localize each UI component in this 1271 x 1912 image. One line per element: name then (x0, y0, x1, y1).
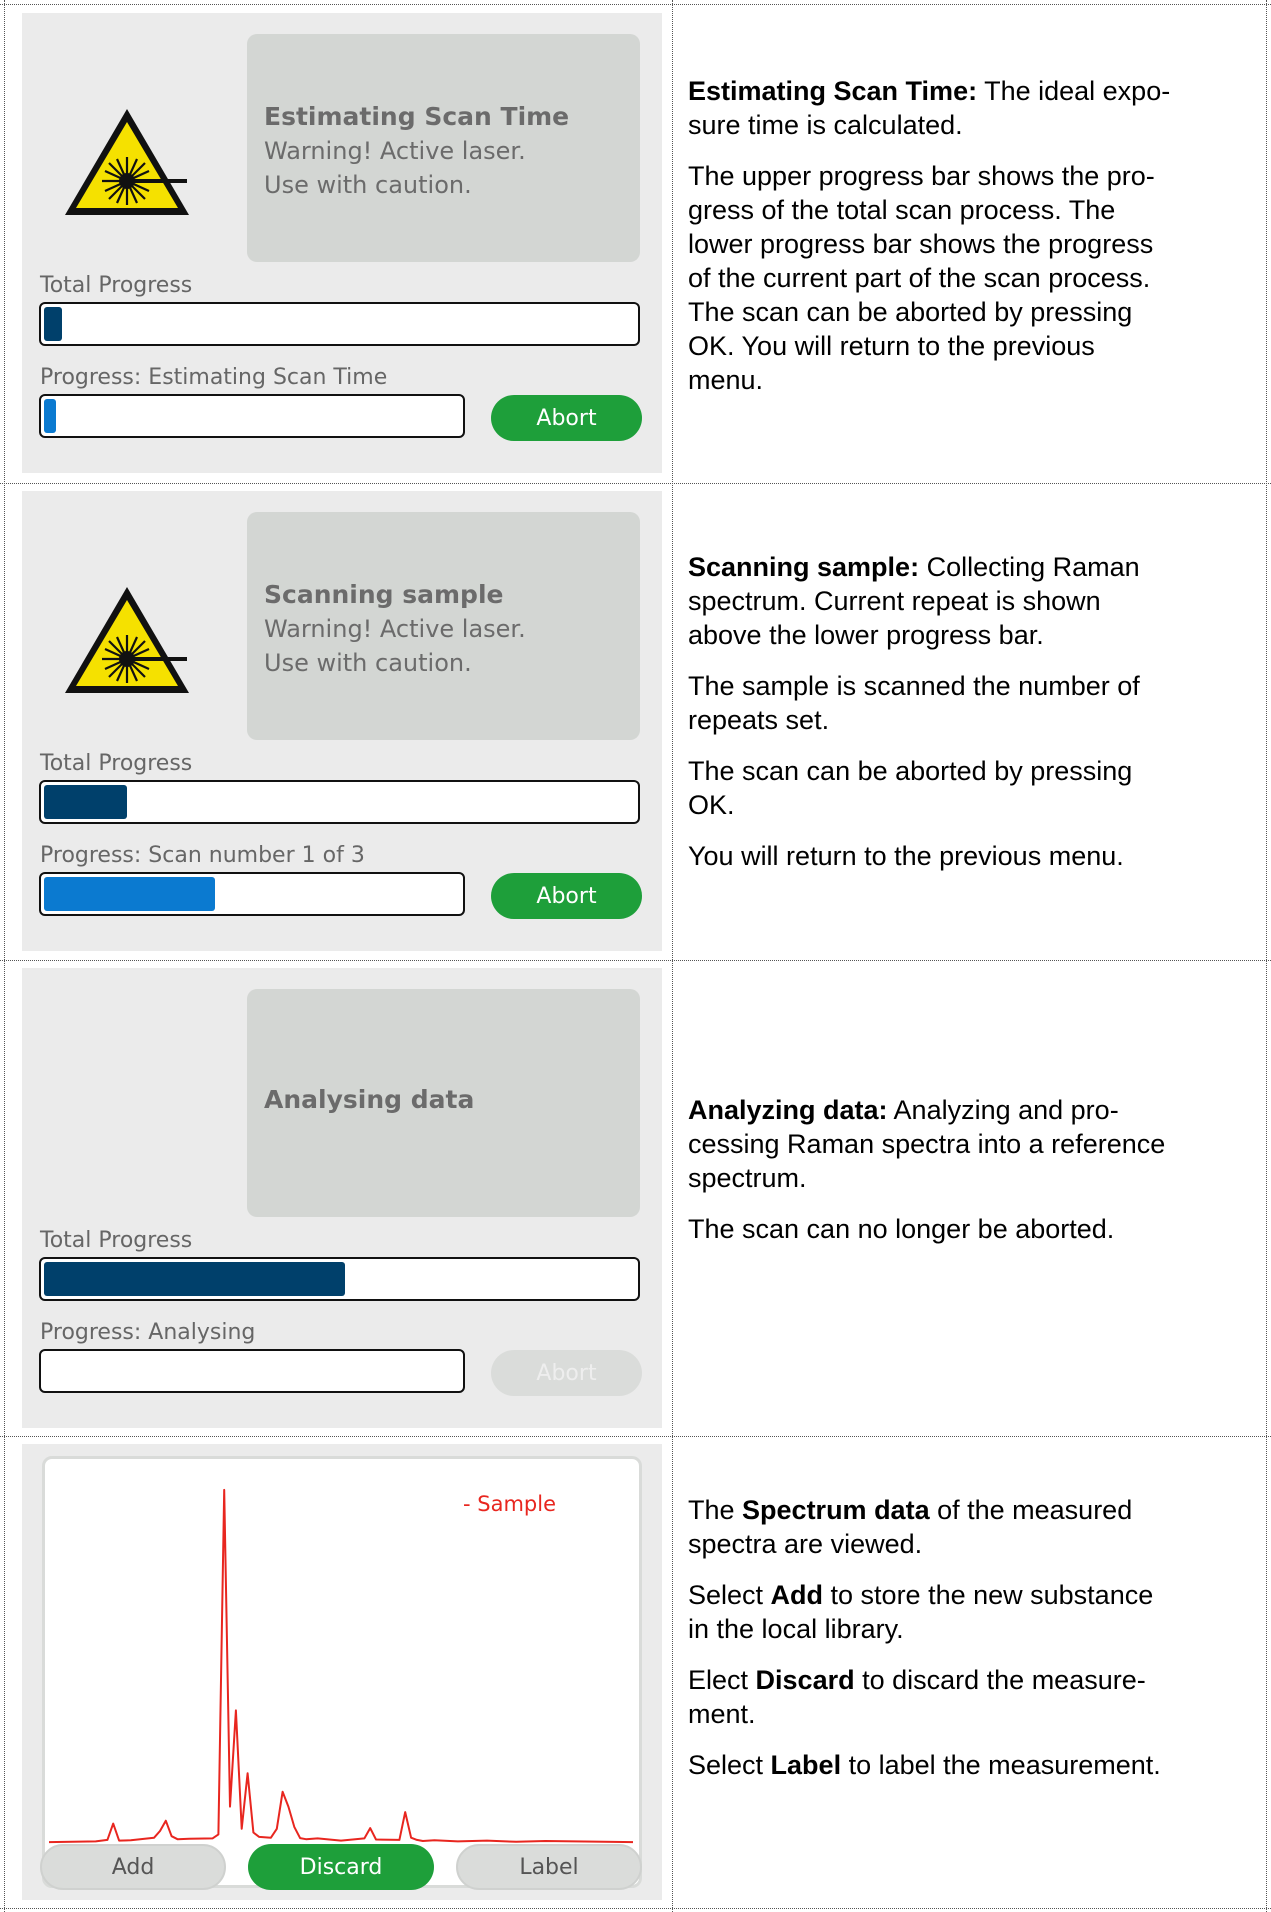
table-border-bottom (0, 1908, 1271, 1909)
laser-warning-icon (62, 105, 192, 219)
status-title: Scanning sample (264, 580, 504, 609)
abort-button[interactable]: Abort (491, 873, 642, 919)
step-title: Estimating Scan Time: (688, 76, 978, 106)
current-progress-bar (39, 1349, 465, 1393)
caution-text: Use with caution. (264, 171, 472, 199)
description-scanning: Scanning sample: Collecting Raman spectr… (688, 552, 1140, 871)
spectrum-series-sample (48, 1488, 634, 1844)
discard-button[interactable]: Discard (248, 1844, 434, 1890)
status-panel: Analysing data (247, 989, 640, 1217)
abort-button-disabled: Abort (491, 1350, 642, 1396)
table-border-right (1266, 0, 1267, 1912)
table-border-left (4, 0, 5, 1912)
total-progress-bar (39, 302, 640, 346)
chart-legend: - Sample (463, 1492, 556, 1516)
row-divider (0, 960, 1271, 961)
step-title: Scanning sample: (688, 552, 920, 582)
total-progress-fill (44, 1262, 345, 1296)
current-progress-label: Progress: Estimating Scan Time (40, 365, 388, 390)
label-button[interactable]: Label (456, 1844, 642, 1890)
manual-page: Estimating Scan Time Warning! Active las… (0, 0, 1271, 1912)
abort-button[interactable]: Abort (491, 395, 642, 441)
device-screen-estimating: Estimating Scan Time Warning! Active las… (22, 13, 662, 473)
current-progress-bar (39, 872, 465, 916)
current-progress-fill (44, 399, 56, 433)
status-title: Analysing data (264, 1085, 475, 1114)
total-progress-fill (44, 785, 127, 819)
current-progress-label: Progress: Analysing (40, 1320, 256, 1345)
spectrum-chart: - Sample (42, 1456, 642, 1888)
total-progress-fill (44, 307, 62, 341)
table-border-top (0, 4, 1271, 5)
device-screen-analysing: Analysing data Total Progress Progress: … (22, 968, 662, 1428)
description-estimating: Estimating Scan Time: The ideal expo- su… (688, 76, 1171, 395)
laser-warning-icon (62, 583, 192, 697)
total-progress-bar (39, 780, 640, 824)
current-progress-fill (44, 877, 215, 911)
device-screen-scanning: Scanning sample Warning! Active laser. U… (22, 491, 662, 951)
add-button[interactable]: Add (40, 1844, 226, 1890)
laser-warning-text: Warning! Active laser. (264, 137, 526, 165)
status-panel: Scanning sample Warning! Active laser. U… (247, 512, 640, 740)
total-progress-label: Total Progress (40, 1228, 193, 1253)
row-divider (0, 1436, 1271, 1437)
total-progress-bar (39, 1257, 640, 1301)
current-progress-label: Progress: Scan number 1 of 3 (40, 843, 365, 868)
total-progress-label: Total Progress (40, 273, 193, 298)
current-progress-bar (39, 394, 465, 438)
description-spectrum: The Spectrum data of the measured spectr… (688, 1495, 1161, 1780)
row-divider (0, 483, 1271, 484)
laser-warning-text: Warning! Active laser. (264, 615, 526, 643)
total-progress-label: Total Progress (40, 751, 193, 776)
device-screen-spectrum: - Sample Add Discard Label (22, 1444, 662, 1900)
table-border-middle (672, 0, 673, 1912)
caution-text: Use with caution. (264, 649, 472, 677)
status-panel: Estimating Scan Time Warning! Active las… (247, 34, 640, 262)
step-title: Analyzing data: (688, 1095, 888, 1125)
spectrum-plot: - Sample (48, 1488, 634, 1844)
description-analysing: Analyzing data: Analyzing and pro- cessi… (688, 1095, 1166, 1244)
status-title: Estimating Scan Time (264, 102, 570, 131)
